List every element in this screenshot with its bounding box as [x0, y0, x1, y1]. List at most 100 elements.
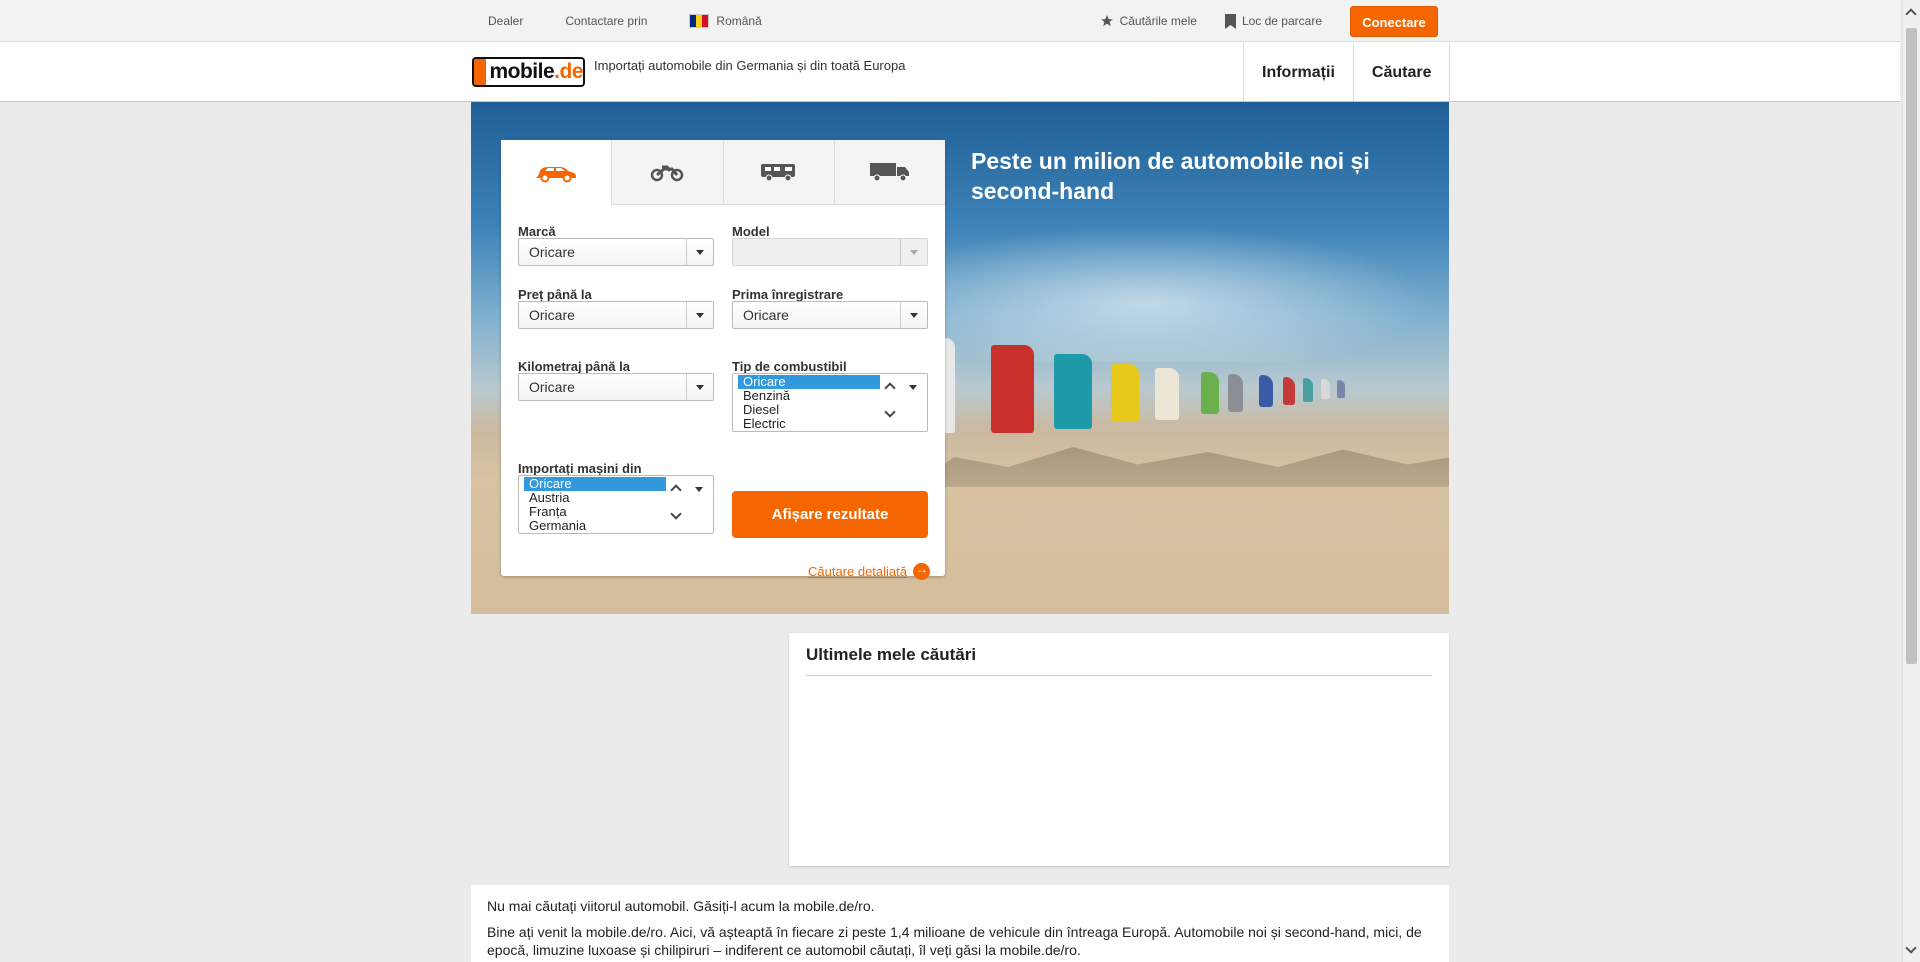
mileage-value: Oricare	[529, 379, 575, 395]
contact-link[interactable]: Contactare prin	[565, 14, 647, 28]
language-selector[interactable]: Română	[689, 14, 762, 28]
romania-flag-icon	[689, 14, 710, 28]
price-select[interactable]: Oricare	[518, 301, 714, 329]
chevron-down-icon	[686, 476, 713, 502]
saved-searches-label: Căutările mele	[1119, 14, 1197, 28]
registration-label: Prima înregistrare	[732, 287, 844, 302]
divider	[806, 675, 1432, 676]
fuel-option[interactable]: Benzină	[733, 389, 875, 403]
motorbike-icon	[651, 165, 684, 182]
intro-text-block: Nu mai căutați viitorul automobil. Găsiț…	[471, 885, 1449, 962]
last-searches-title: Ultimele mele căutări	[806, 645, 977, 664]
connect-button[interactable]: Conectare	[1350, 5, 1438, 37]
car-door-image	[1337, 380, 1345, 398]
chevron-down-icon	[884, 406, 896, 418]
arrow-right-icon	[913, 562, 930, 580]
page-scrollbar[interactable]	[1902, 0, 1920, 962]
chevron-down-icon	[900, 239, 927, 265]
model-label: Model	[732, 224, 770, 239]
mileage-select[interactable]: Oricare	[518, 373, 714, 401]
intro-line-1: Nu mai căutați viitorul automobil. Găsiț…	[487, 898, 875, 914]
truck-icon	[869, 163, 909, 182]
parking-label: Loc de parcare	[1241, 14, 1322, 28]
fuel-option[interactable]: Oricare	[738, 375, 880, 389]
scroll-up-icon[interactable]	[1905, 8, 1917, 20]
advanced-search-label: Căutare detaliată	[807, 564, 907, 579]
main-nav: Informații Căutare	[1243, 42, 1451, 101]
car-door-image	[1111, 364, 1139, 422]
intro-line-2: Bine ați venit la mobile.de/ro. Aici, vă…	[487, 924, 1422, 958]
car-door-image	[1228, 374, 1243, 412]
make-label: Marcă	[518, 224, 556, 239]
car-door-image	[991, 345, 1034, 433]
price-label: Preț până la	[518, 287, 592, 302]
scrollbar-thumb[interactable]	[1906, 28, 1917, 664]
chevron-up-icon	[884, 382, 896, 394]
car-door-image	[1259, 375, 1273, 407]
motorhome-icon	[760, 164, 795, 182]
price-value: Oricare	[529, 307, 575, 323]
site-header: mobile.de Importați automobile din Germa…	[0, 42, 1900, 102]
fuel-option[interactable]: Diesel	[733, 403, 875, 417]
top-left-links: Dealer Contactare prin Română	[488, 0, 804, 42]
hero-title: Peste un milion de automobile noi și sec…	[971, 148, 1370, 204]
import-option[interactable]: Austria	[519, 491, 661, 505]
fuel-option[interactable]: Electric	[733, 417, 875, 431]
tab-car[interactable]	[501, 140, 612, 205]
tab-motorbike[interactable]	[611, 140, 723, 205]
registration-value: Oricare	[743, 307, 789, 323]
bookmark-icon	[1224, 13, 1236, 29]
search-card: Marcă Oricare Model Preț până la Oricare…	[501, 140, 945, 580]
parking-link[interactable]: Loc de parcare	[1224, 13, 1322, 29]
car-door-image	[1054, 354, 1092, 429]
advanced-search-link[interactable]: Căutare detaliată	[807, 562, 930, 580]
chevron-down-icon	[670, 508, 682, 520]
import-label: Importați mașini din	[518, 461, 642, 476]
make-select[interactable]: Oricare	[518, 238, 714, 266]
tagline: Importați automobile din Germania și din…	[594, 58, 906, 73]
chevron-down-icon	[686, 239, 713, 265]
chevron-down-icon	[686, 374, 713, 400]
import-option[interactable]: Germania	[519, 519, 661, 533]
mobile-de-logo[interactable]: mobile.de	[472, 57, 585, 87]
chevron-up-icon	[670, 484, 682, 496]
chevron-down-icon	[900, 374, 927, 400]
vehicle-tabs	[501, 140, 945, 205]
hero-mountains	[911, 447, 1449, 487]
mileage-label: Kilometraj până la	[518, 359, 630, 374]
top-utility-bar: Dealer Contactare prin Română Căutările …	[0, 0, 1900, 42]
car-door-image	[1201, 372, 1219, 414]
nav-search[interactable]: Căutare	[1354, 42, 1451, 101]
last-searches-panel: Ultimele mele căutări	[789, 633, 1449, 866]
logo-suffix: .de	[554, 60, 583, 83]
car-door-image	[1283, 377, 1295, 405]
import-list-scrollbar[interactable]	[666, 476, 686, 533]
import-option[interactable]: Franța	[519, 505, 661, 519]
registration-select[interactable]: Oricare	[732, 301, 928, 329]
car-door-image	[1155, 368, 1179, 420]
top-right-links: Căutările mele Loc de parcare Conectare	[1100, 0, 1438, 42]
model-select[interactable]	[732, 238, 928, 266]
fuel-listbox[interactable]: Oricare Benzină Diesel Electric	[732, 373, 928, 432]
logo-accent	[474, 59, 487, 85]
car-door-image	[1303, 378, 1313, 402]
saved-searches-link[interactable]: Căutările mele	[1100, 14, 1197, 28]
chevron-down-icon	[900, 302, 927, 328]
show-results-button[interactable]: Afișare rezultate	[732, 491, 928, 538]
language-label: Română	[716, 14, 762, 28]
hero-clouds	[921, 212, 1449, 362]
chevron-down-icon	[686, 302, 713, 328]
import-listbox[interactable]: Oricare Austria Franța Germania	[518, 475, 714, 534]
car-door-image	[1321, 379, 1330, 399]
logo-text: mobile	[489, 60, 555, 83]
nav-info[interactable]: Informații	[1244, 42, 1354, 101]
dealer-link[interactable]: Dealer	[488, 14, 523, 28]
tab-truck[interactable]	[833, 140, 945, 205]
tab-motorhome[interactable]	[722, 140, 834, 205]
import-option[interactable]: Oricare	[524, 477, 666, 491]
fuel-list-scrollbar[interactable]	[880, 374, 900, 431]
car-icon	[536, 166, 577, 182]
scroll-down-icon[interactable]	[1905, 942, 1917, 954]
star-icon	[1100, 15, 1113, 27]
make-value: Oricare	[529, 244, 575, 260]
